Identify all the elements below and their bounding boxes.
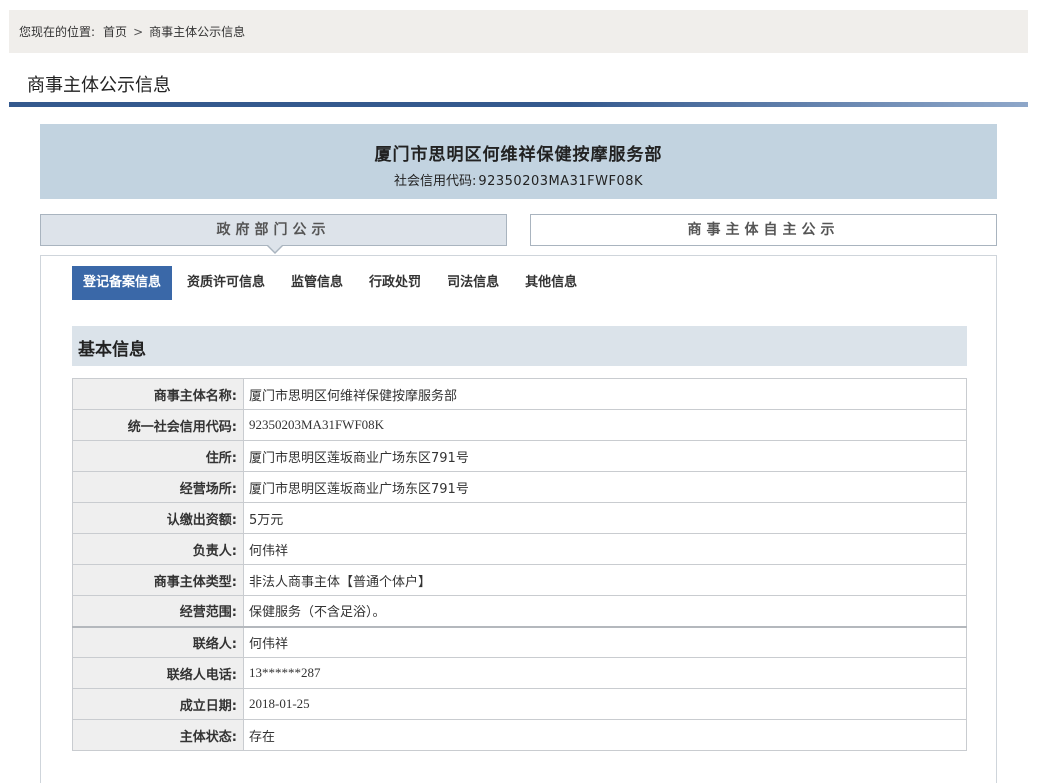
row-value: 5万元 [243,502,967,534]
row-value: 何伟祥 [243,625,967,658]
table-row: 成立日期: 2018-01-25 [72,688,967,720]
credit-code-label: 社会信用代码: [393,174,477,189]
row-value: 存在 [243,719,967,751]
entity-detail-container: 厦门市思明区何维祥保健按摩服务部 社会信用代码: 92350203MA31FWF0… [40,124,997,783]
active-tab-pointer-fill [267,244,283,252]
table-row: 经营范围: 保健服务（不含足浴）。 [72,595,967,627]
tab-government-label: 政府部门公示 [216,222,331,238]
subtab-penalty[interactable]: 行政处罚 [358,266,432,300]
entity-name: 厦门市思明区何维祥保健按摩服务部 [374,145,663,165]
breadcrumb-current: 商事主体公示信息 [149,25,246,39]
tab-government-disclosure[interactable]: 政府部门公示 [40,214,507,254]
subtab-judicial[interactable]: 司法信息 [436,266,510,300]
row-value: 92350203MA31FWF08K [243,409,967,441]
breadcrumb: 您现在的位置: 首页 > 商事主体公示信息 [9,10,1028,53]
section-header: 基本信息 [72,326,967,366]
basic-info-table: 商事主体名称: 厦门市思明区何维祥保健按摩服务部 统一社会信用代码: 92350… [72,378,967,751]
breadcrumb-home-link[interactable]: 首页 [103,23,127,40]
credit-code-value: 92350203MA31FWF08K [478,174,644,189]
table-row: 认缴出资额: 5万元 [72,502,967,534]
table-row: 统一社会信用代码: 92350203MA31FWF08K [72,409,967,441]
row-label: 联络人电话: [72,657,244,689]
page-title: 商事主体公示信息 [27,75,171,96]
table-row: 商事主体名称: 厦门市思明区何维祥保健按摩服务部 [72,378,967,410]
entity-credit-code: 社会信用代码: 92350203MA31FWF08K [40,170,997,189]
subtab-registration[interactable]: 登记备案信息 [72,266,173,300]
row-value: 厦门市思明区何维祥保健按摩服务部 [243,378,967,410]
subtab-other[interactable]: 其他信息 [514,266,588,300]
row-value: 何伟祥 [243,533,967,565]
row-value: 厦门市思明区莲坂商业广场东区791号 [243,440,967,472]
table-row: 主体状态: 存在 [72,719,967,751]
sub-tab-bar: 登记备案信息 资质许可信息 监管信息 行政处罚 司法信息 其他信息 [72,266,592,300]
table-row: 联络人: 何伟祥 [72,625,967,658]
section-title: 基本信息 [78,340,146,360]
row-label: 经营范围: [72,595,244,627]
row-label: 联络人: [72,625,244,658]
row-label: 主体状态: [72,719,244,751]
breadcrumb-prefix: 您现在的位置: [19,25,96,39]
table-row: 负责人: 何伟祥 [72,533,967,565]
tab-self-label: 商事主体自主公示 [687,222,840,238]
row-label: 负责人: [72,533,244,565]
breadcrumb-separator: > [133,24,144,39]
row-label: 统一社会信用代码: [72,409,244,441]
title-divider [9,102,1028,107]
row-value: 13******287 [243,657,967,689]
row-label: 成立日期: [72,688,244,720]
row-label: 住所: [72,440,244,472]
row-value: 2018-01-25 [243,688,967,720]
row-label: 认缴出资额: [72,502,244,534]
table-row: 商事主体类型: 非法人商事主体【普通个体户】 [72,564,967,596]
row-value: 厦门市思明区莲坂商业广场东区791号 [243,471,967,503]
content-panel: 登记备案信息 资质许可信息 监管信息 行政处罚 司法信息 其他信息 基本信息 商… [40,255,997,783]
row-value: 非法人商事主体【普通个体户】 [243,564,967,596]
subtab-supervision[interactable]: 监管信息 [280,266,354,300]
entity-header: 厦门市思明区何维祥保健按摩服务部 社会信用代码: 92350203MA31FWF0… [40,124,997,199]
row-value: 保健服务（不含足浴）。 [243,595,967,627]
row-label: 经营场所: [72,471,244,503]
row-label: 商事主体类型: [72,564,244,596]
table-row: 住所: 厦门市思明区莲坂商业广场东区791号 [72,440,967,472]
row-label: 商事主体名称: [72,378,244,410]
subtab-qualification[interactable]: 资质许可信息 [176,266,276,300]
tab-self-disclosure[interactable]: 商事主体自主公示 [530,214,997,246]
table-row: 经营场所: 厦门市思明区莲坂商业广场东区791号 [72,471,967,503]
table-row: 联络人电话: 13******287 [72,657,967,689]
